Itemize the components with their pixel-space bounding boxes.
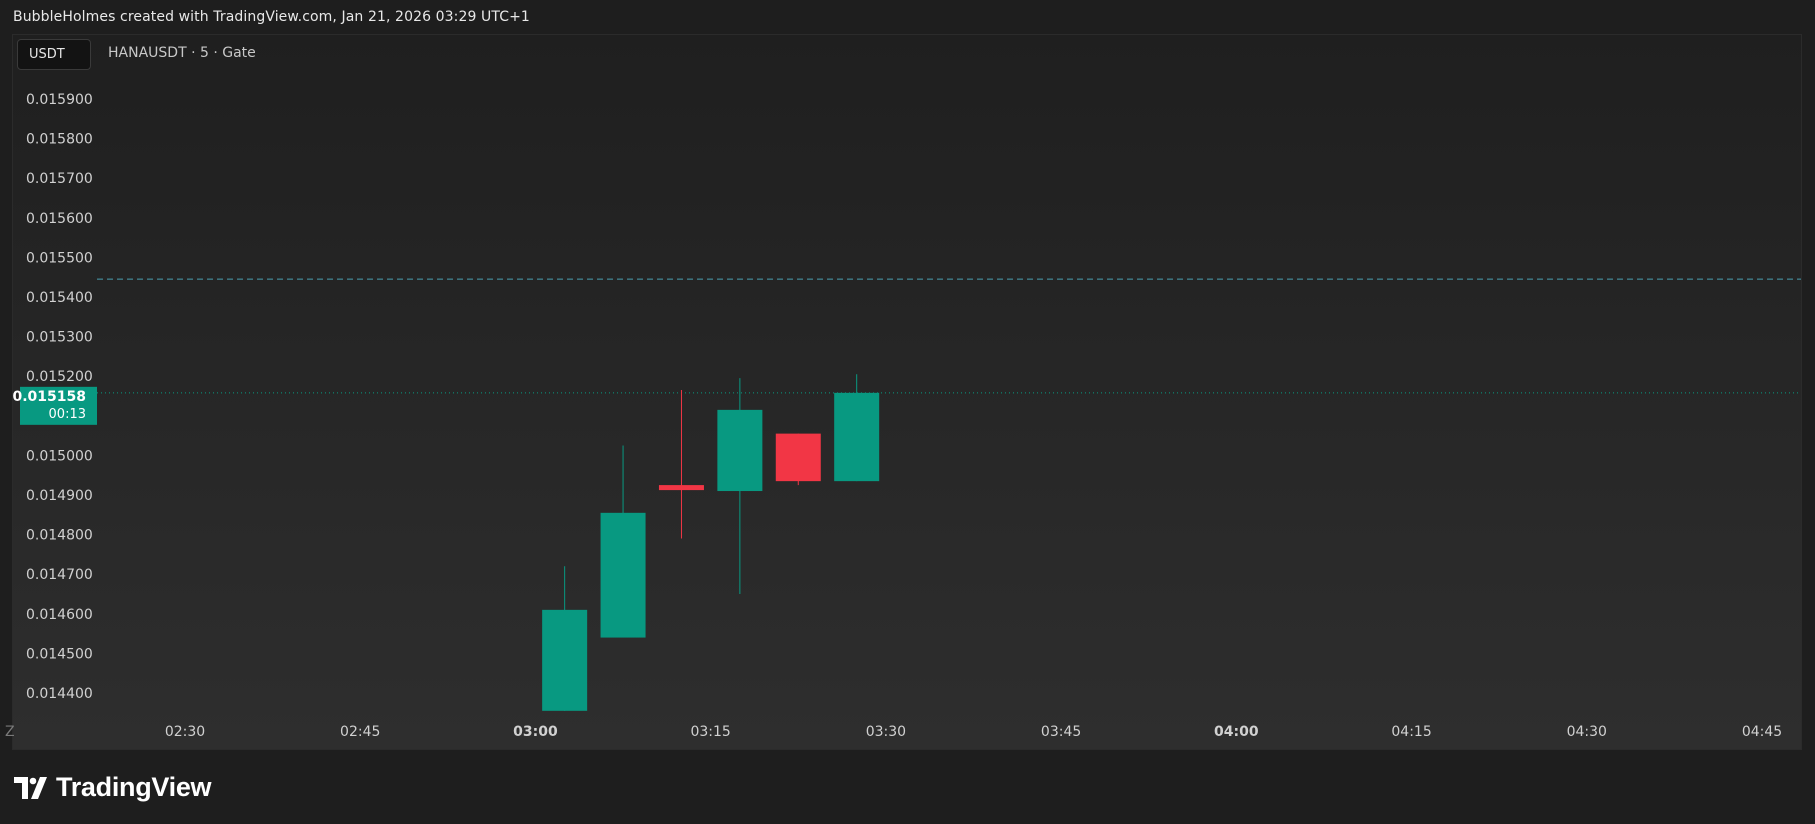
tradingview-logo-icon (14, 776, 47, 799)
candle-body (542, 609, 588, 711)
candle-body (717, 409, 763, 492)
y-tick-label: 0.014500 (26, 646, 93, 662)
y-tick-label: 0.015000 (26, 448, 93, 464)
x-tick-label: 04:30 (1567, 724, 1607, 740)
y-tick-label: 0.015400 (26, 290, 93, 306)
x-tick-label: 03:30 (866, 724, 906, 740)
x-tick-label: 02:45 (340, 724, 380, 740)
y-tick-label: 0.014600 (26, 607, 93, 623)
x-tick-label: 03:00 (513, 724, 558, 740)
y-tick-label: 0.015200 (26, 369, 93, 385)
x-tick-label: 03:45 (1041, 724, 1081, 740)
y-tick-label: 0.015500 (26, 250, 93, 266)
candle-body (600, 512, 646, 638)
brand: TradingView (14, 772, 212, 803)
x-tick-label: 04:00 (1214, 724, 1259, 740)
x-tick-label: 04:45 (1742, 724, 1782, 740)
y-tick-label: 0.015300 (26, 330, 93, 346)
y-tick-label: 0.014800 (26, 528, 93, 544)
x-tick-label: 03:15 (690, 724, 730, 740)
y-tick-label: 0.015600 (26, 211, 93, 227)
x-tick-label: 02:30 (165, 724, 205, 740)
y-tick-label: 0.014900 (26, 488, 93, 504)
y-tick-label: 0.015800 (26, 132, 93, 148)
y-tick-label: 0.015900 (26, 92, 93, 108)
x-tick-label: Z (5, 724, 15, 740)
brand-name: TradingView (56, 772, 212, 802)
x-tick-label: 04:15 (1391, 724, 1431, 740)
price-tag-value: 0.015158 (12, 389, 86, 405)
y-tick-label: 0.015700 (26, 171, 93, 187)
candle-body (834, 392, 880, 482)
y-tick-label: 0.014700 (26, 567, 93, 583)
y-tick-label: 0.014400 (26, 686, 93, 702)
candle-body (775, 433, 821, 482)
price-tag-countdown: 00:13 (49, 407, 86, 422)
candlestick-chart[interactable]: 0.015900 0.015800 0.015700 0.015600 0.015500… (0, 0, 1815, 824)
candle-body (658, 485, 704, 491)
